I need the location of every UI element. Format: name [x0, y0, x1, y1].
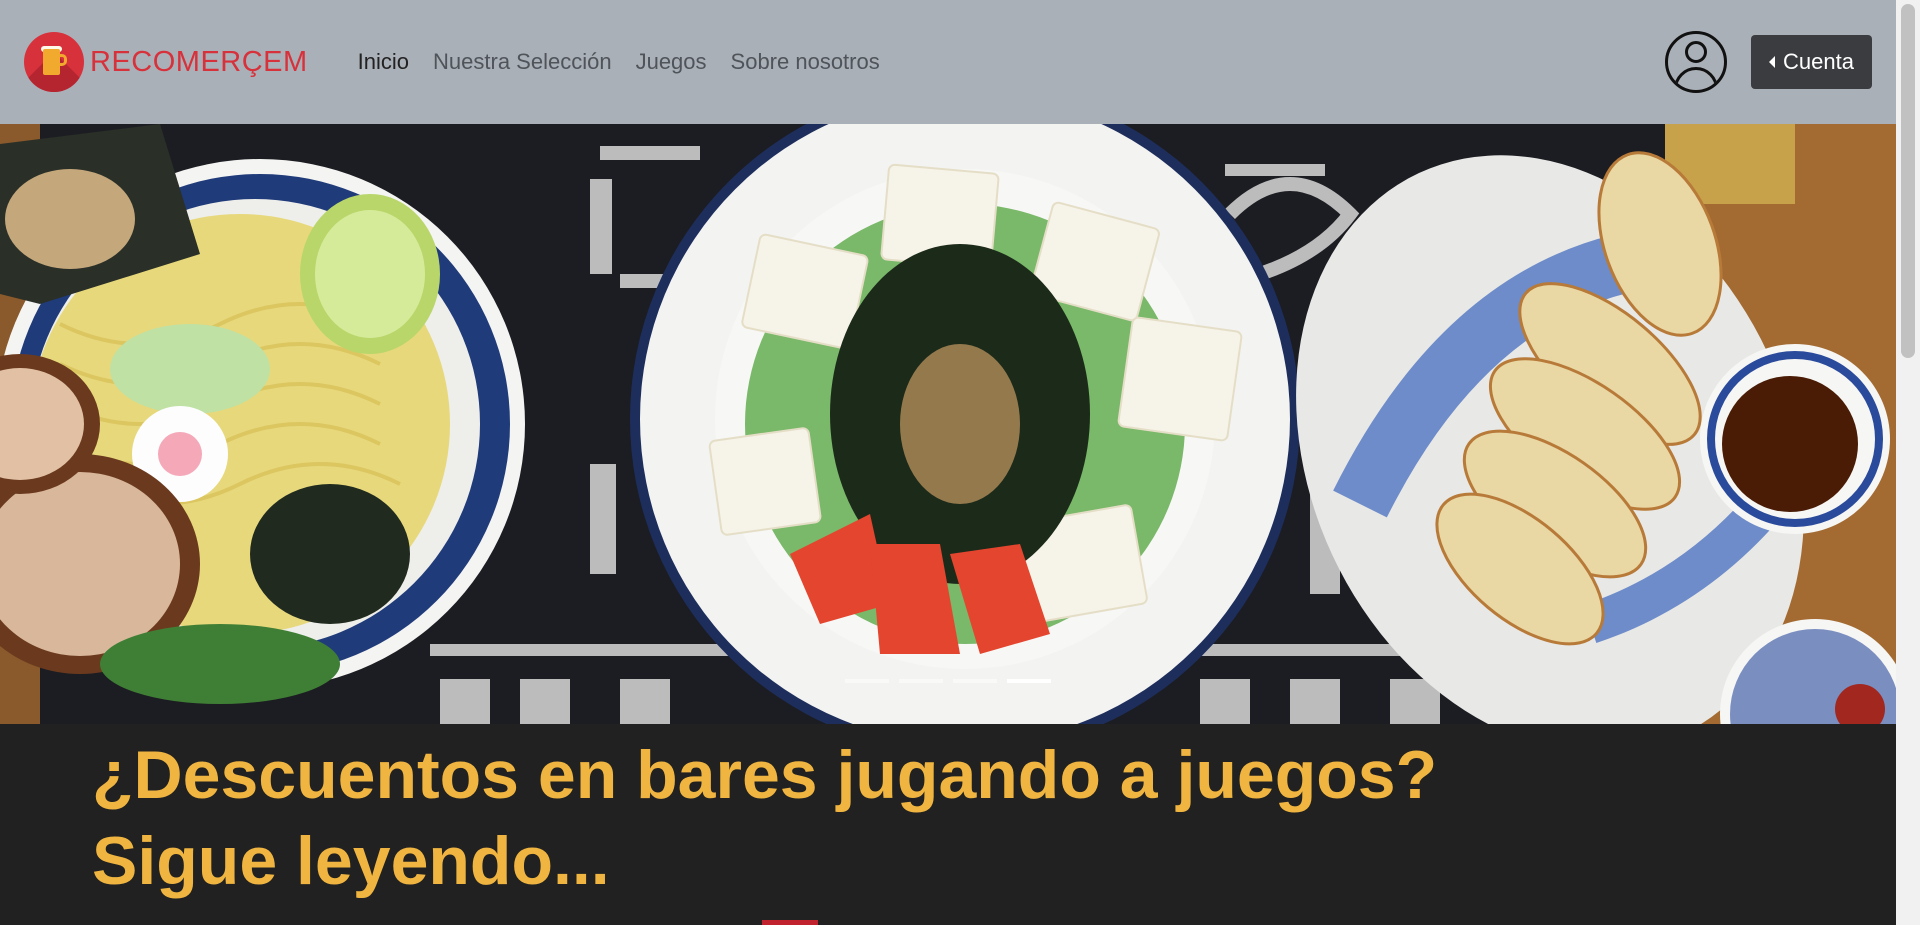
account-button[interactable]: Cuenta — [1751, 35, 1872, 89]
page-scrollbar[interactable] — [1896, 0, 1920, 925]
carousel-image — [0, 124, 1896, 724]
navbar: RECOMERÇEM Inicio Nuestra Selección Jueg… — [0, 0, 1896, 124]
account-button-label: Cuenta — [1783, 49, 1854, 74]
headline-section: ¿Descuentos en bares jugando a juegos? S… — [0, 724, 1896, 925]
carousel-indicator-3[interactable] — [953, 679, 997, 683]
hero-carousel — [0, 124, 1896, 724]
nav-item-inicio[interactable]: Inicio — [346, 49, 421, 75]
carousel-indicator-4[interactable] — [1007, 679, 1051, 683]
carousel-indicator-2[interactable] — [899, 679, 943, 683]
caret-left-icon — [1769, 56, 1776, 68]
user-profile-icon[interactable] — [1665, 31, 1728, 93]
carousel-indicator-1[interactable] — [845, 679, 889, 683]
nav-item-juegos[interactable]: Juegos — [624, 49, 719, 75]
red-accent-bar — [762, 920, 818, 925]
scrollbar-thumb[interactable] — [1901, 4, 1915, 358]
carousel-indicators — [0, 679, 1896, 683]
beer-mug-icon — [24, 32, 84, 92]
nav-item-sobre-nosotros[interactable]: Sobre nosotros — [719, 49, 892, 75]
nav-item-nuestra-seleccion[interactable]: Nuestra Selección — [421, 49, 624, 75]
brand-name: RECOMERÇEM — [90, 45, 308, 78]
brand-link[interactable]: RECOMERÇEM — [24, 32, 308, 92]
headline: ¿Descuentos en bares jugando a juegos? S… — [92, 737, 1438, 899]
main-nav: Inicio Nuestra Selección Juegos Sobre no… — [346, 49, 892, 75]
